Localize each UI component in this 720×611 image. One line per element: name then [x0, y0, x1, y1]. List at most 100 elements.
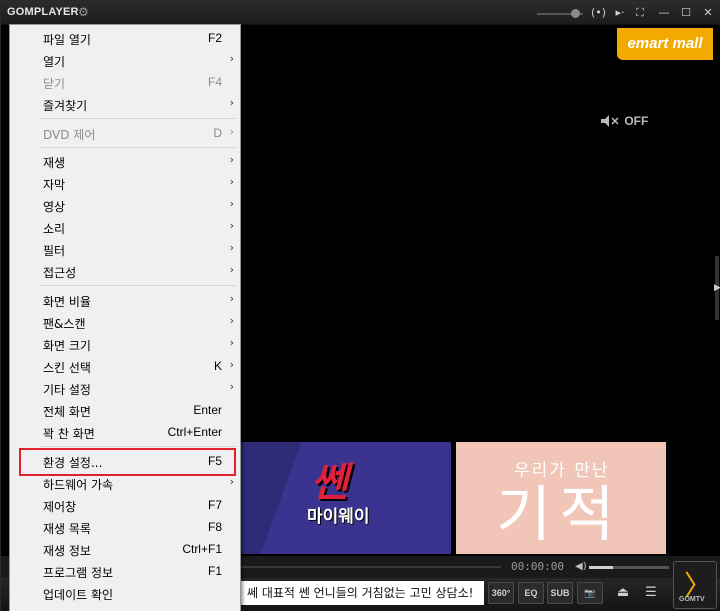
- menu-item-label: 팬&스캔: [43, 317, 86, 331]
- menu-item-shortcut: F4: [207, 75, 222, 89]
- menu-item-label: 소리: [43, 222, 66, 236]
- menu-item-shortcut: F8: [207, 520, 222, 534]
- menu-item-label: 하드웨어 가속: [43, 478, 114, 492]
- menu-item-label: 자막: [43, 178, 66, 192]
- menu-item-fit-screen[interactable]: 꽉 찬 화면 Ctrl+Enter: [12, 422, 238, 444]
- menu-separator: [40, 446, 236, 447]
- menu-item-control-panel[interactable]: 제어창 F7: [12, 495, 238, 517]
- menu-item-dvd-control[interactable]: DVD 제어 D ›: [12, 123, 238, 145]
- title-bar[interactable]: GOMPLAYER ⚙ (•) ▸· ⛶ — ☐ ✕: [1, 1, 720, 25]
- submenu-arrow-icon: ›: [229, 197, 234, 210]
- close-button[interactable]: ✕: [701, 5, 715, 21]
- menu-item-label: 접근성: [43, 266, 77, 280]
- mute-indicator[interactable]: OFF: [601, 114, 648, 128]
- ad-banner[interactable]: emart mall: [617, 28, 713, 60]
- menu-item-shortcut: F1: [207, 564, 222, 578]
- menu-separator: [40, 285, 236, 286]
- menu-item-label: 화면 비율: [43, 295, 91, 309]
- menu-item-video[interactable]: 영상 ›: [12, 195, 238, 217]
- minimize-button[interactable]: —: [657, 5, 671, 21]
- menu-item-check-update[interactable]: 업데이트 확인: [12, 583, 238, 605]
- side-panel-arrow-icon[interactable]: ▶: [714, 283, 720, 293]
- menu-item-close[interactable]: 닫기 F4: [12, 72, 238, 94]
- menu-icon[interactable]: ☰: [641, 582, 661, 604]
- menu-item-label: 업데이트 확인: [43, 588, 114, 602]
- context-menu: 파일 열기 F2 열기 › 닫기 F4 즐겨찾기 › DVD 제어 D › 재생…: [9, 24, 241, 611]
- menu-item-subtitle[interactable]: 자막 ›: [12, 173, 238, 195]
- menu-item-shortcut: Enter: [193, 403, 222, 417]
- maximize-button[interactable]: ☐: [679, 5, 693, 21]
- menu-item-aspect-ratio[interactable]: 화면 비율 ›: [12, 290, 238, 312]
- menu-item-shortcut: K: [213, 359, 222, 373]
- menu-item-label: 닫기: [43, 77, 66, 91]
- seek-track[interactable]: [241, 566, 501, 568]
- menu-item-playback[interactable]: 재생 ›: [12, 151, 238, 173]
- submenu-arrow-icon: ›: [229, 380, 234, 393]
- menu-item-label: 영상: [43, 200, 66, 214]
- subtitle-button[interactable]: SUB: [547, 582, 573, 604]
- submenu-arrow-icon: ›: [229, 263, 234, 276]
- menu-item-shortcut: F7: [207, 498, 222, 512]
- volume-fill: [589, 566, 613, 569]
- menu-item-label: 꽉 찬 화면: [43, 427, 95, 441]
- submenu-arrow-icon: ›: [229, 175, 234, 188]
- menu-item-skin-select[interactable]: 스킨 선택 K ›: [12, 356, 238, 378]
- app-logo[interactable]: GOMPLAYER: [7, 6, 79, 18]
- menu-item-screen-size[interactable]: 화면 크기 ›: [12, 334, 238, 356]
- submenu-arrow-icon: ›: [229, 292, 234, 305]
- gomtv-label: GOMTV: [679, 596, 705, 603]
- pin-icon[interactable]: ▸·: [613, 5, 627, 21]
- submenu-arrow-icon: ›: [229, 358, 234, 371]
- volume-icon[interactable]: ◀): [575, 561, 587, 572]
- equalizer-button[interactable]: EQ: [518, 582, 544, 604]
- thumbnail-title-line2: 기적: [496, 480, 623, 550]
- menu-item-label: 화면 크기: [43, 339, 91, 353]
- menu-item-shortcut: Ctrl+F1: [182, 542, 222, 556]
- menu-item-fullscreen[interactable]: 전체 화면 Enter: [12, 400, 238, 422]
- gomtv-button[interactable]: 〉 GOMTV: [673, 561, 717, 609]
- submenu-arrow-icon: ›: [229, 52, 234, 65]
- thumbnail-title-line1: 우리가 만난: [514, 461, 610, 481]
- fullscreen-icon[interactable]: ⛶: [633, 5, 647, 21]
- thumbnail-decoration: [260, 442, 451, 554]
- menu-item-shortcut: Ctrl+Enter: [167, 425, 222, 439]
- menu-item-filter[interactable]: 필터 ›: [12, 239, 238, 261]
- submenu-arrow-icon: ›: [229, 153, 234, 166]
- menu-item-open-file[interactable]: 파일 열기 F2: [12, 28, 238, 50]
- recommend-thumbnail[interactable]: 쎈 마이웨이: [241, 442, 451, 554]
- menu-item-label: 전체 화면: [43, 405, 91, 419]
- title-slider-knob[interactable]: [571, 9, 580, 18]
- vr-360-button[interactable]: 360°: [488, 582, 514, 604]
- menu-item-favorites[interactable]: 즐겨찾기 ›: [12, 94, 238, 116]
- menu-item-label: 즐겨찾기: [43, 99, 88, 113]
- menu-item-label: 열기: [43, 55, 66, 69]
- menu-item-shortcut: F2: [207, 31, 222, 45]
- submenu-arrow-icon: ›: [229, 314, 234, 327]
- menu-item-accessibility[interactable]: 접근성 ›: [12, 261, 238, 283]
- submenu-arrow-icon: ›: [229, 125, 234, 138]
- menu-separator: [40, 118, 236, 119]
- recommend-thumbnail[interactable]: 우리가 만난 기적: [456, 442, 666, 554]
- menu-item-open[interactable]: 열기 ›: [12, 50, 238, 72]
- menu-item-label: 파일 열기: [43, 33, 91, 47]
- menu-item-label: 필터: [43, 244, 66, 258]
- submenu-arrow-icon: ›: [229, 336, 234, 349]
- camera-icon[interactable]: 📷: [577, 582, 603, 604]
- menu-item-label: 재생 정보: [43, 544, 91, 558]
- volume-slider[interactable]: [589, 566, 669, 569]
- broadcast-icon[interactable]: (•): [591, 5, 606, 21]
- menu-item-audio[interactable]: 소리 ›: [12, 217, 238, 239]
- menu-item-playback-info[interactable]: 재생 정보 Ctrl+F1: [12, 539, 238, 561]
- menu-item-hw-acceleration[interactable]: 하드웨어 가속 ›: [12, 473, 238, 495]
- menu-item-label: 재생: [43, 156, 66, 170]
- menu-item-label: 제어창: [43, 500, 77, 514]
- menu-item-pan-scan[interactable]: 팬&스캔 ›: [12, 312, 238, 334]
- menu-item-playlist[interactable]: 재생 목록 F8: [12, 517, 238, 539]
- submenu-arrow-icon: ›: [229, 219, 234, 232]
- submenu-arrow-icon: ›: [229, 475, 234, 488]
- menu-item-program-info[interactable]: 프로그램 정보 F1: [12, 561, 238, 583]
- settings-gear-icon[interactable]: ⚙: [78, 5, 89, 19]
- ticker-text[interactable]: 쎄 대표적 쎈 언니들의 거침없는 고민 상담소!: [241, 581, 484, 605]
- menu-item-other-settings[interactable]: 기타 설정 ›: [12, 378, 238, 400]
- eject-icon[interactable]: ⏏: [613, 582, 633, 604]
